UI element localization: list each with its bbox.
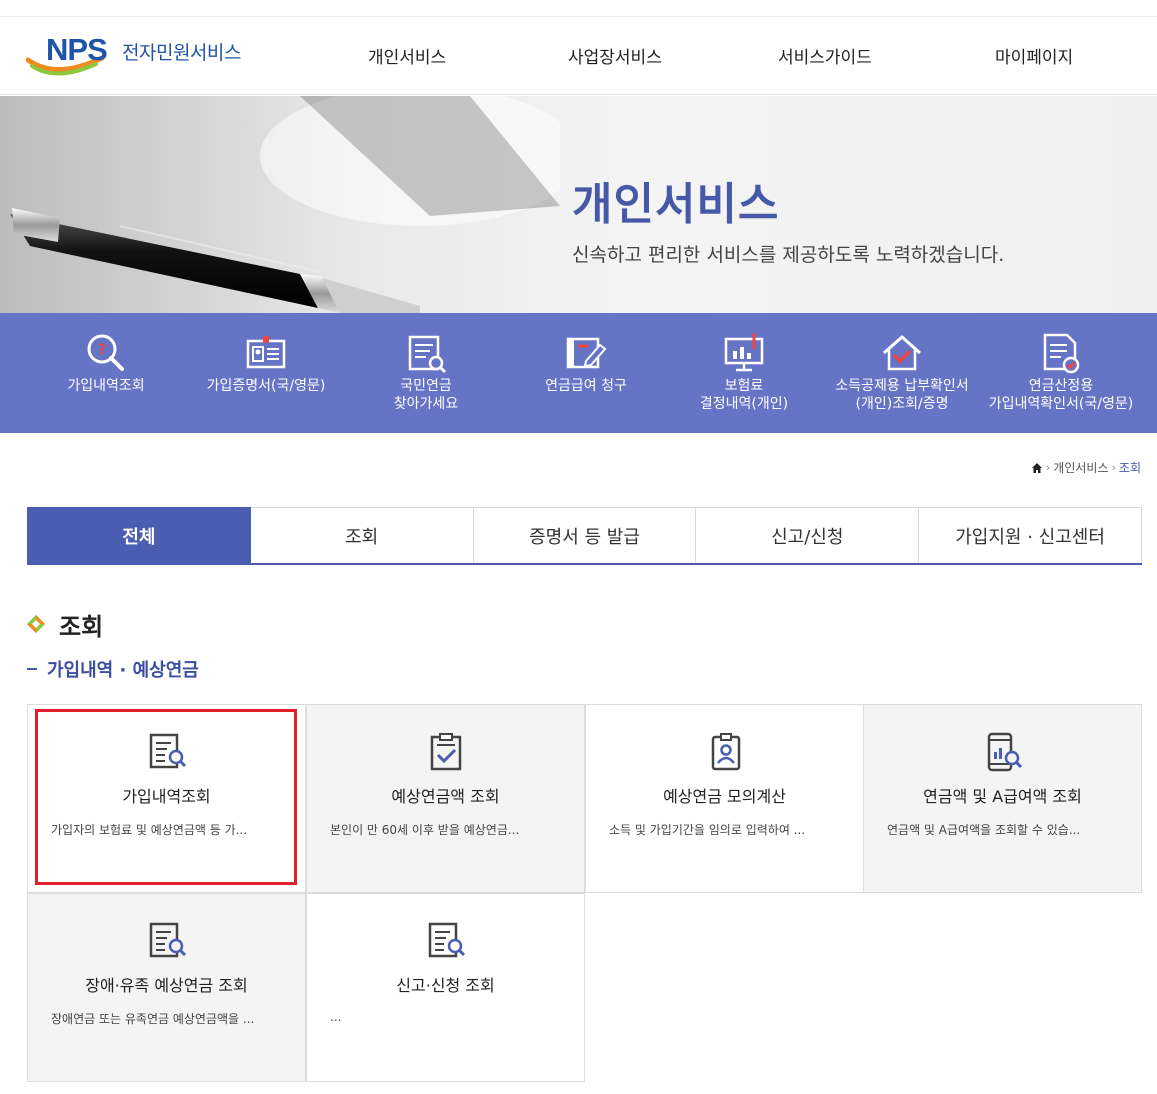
section-subtitle: 가입내역 · 예상연금: [27, 656, 199, 682]
breadcrumb-item-personal[interactable]: 개인서비스: [1053, 459, 1108, 476]
card-description: 연금액 및 A급여액을 조회할 수 있습...: [887, 823, 1081, 837]
document-search-icon: [149, 733, 187, 769]
hero-title: 개인서비스: [572, 179, 780, 230]
card-description: 본인이 만 60세 이후 받을 예상연금...: [330, 823, 520, 837]
card-title: 장애·유족 예상연금 조회: [85, 976, 248, 995]
id-card-icon: [246, 336, 286, 369]
tab-inquiry[interactable]: 조회: [250, 507, 474, 563]
chevron-right-icon: ›: [1111, 461, 1116, 474]
diamond-bullet-icon: [27, 615, 45, 633]
card-title: 연금액 및 A급여액 조회: [923, 787, 1082, 806]
home-icon[interactable]: [1031, 462, 1043, 474]
document-search-icon: [149, 922, 187, 958]
card-expected-pension[interactable]: 예상연금액 조회 본인이 만 60세 이후 받을 예상연금...: [306, 704, 585, 893]
clipboard-check-icon: [430, 733, 462, 771]
house-check-icon: [883, 335, 921, 371]
tab-certificate-issue[interactable]: 증명서 등 발급: [473, 507, 697, 563]
card-pension-a-benefit[interactable]: 연금액 및 A급여액 조회 연금액 및 A급여액을 조회할 수 있습...: [863, 704, 1142, 893]
card-disability-survivor-pension[interactable]: 장애·유족 예상연금 조회 장애연금 또는 유족연금 예상연금액을 ...: [27, 893, 306, 1082]
tab-all[interactable]: 전체: [27, 507, 251, 563]
breadcrumb-item-current: 조회: [1118, 461, 1141, 475]
quick-item-label: 연금급여 청구: [545, 378, 627, 394]
service-card-grid: 가입내역조회 가입자의 보험료 및 예상연금액 등 가... 예상연금액 조회 …: [27, 704, 1142, 1084]
tab-report-apply[interactable]: 신고/신청: [696, 507, 920, 563]
card-report-application-inquiry[interactable]: 신고·신청 조회 ...: [306, 893, 585, 1082]
nav-item-personal[interactable]: 개인서비스: [368, 43, 446, 68]
quick-item-label: 보험료 결정내역(개인): [699, 378, 789, 412]
card-title: 가입내역조회: [122, 787, 211, 806]
quick-item-label: 국민연금 찾아가세요: [393, 378, 459, 412]
quick-item-label: 가입증명서(국/영문): [206, 378, 326, 394]
nav-item-business[interactable]: 사업장서비스: [568, 43, 662, 68]
quick-item-label: 연금산정용 가입내역확인서(국/영문): [988, 378, 1134, 412]
card-subscription-inquiry[interactable]: 가입내역조회 가입자의 보험료 및 예상연금액 등 가...: [27, 704, 306, 893]
hero-banner: 개인서비스 신속하고 편리한 서비스를 제공하도록 노력하겠습니다.: [0, 96, 1157, 313]
person-card-icon: [711, 733, 741, 771]
card-title: 신고·신청 조회: [396, 976, 495, 995]
breadcrumb: › 개인서비스 › 조회: [1031, 459, 1141, 476]
quick-item-find-pension[interactable]: 국민연금 찾아가세요: [346, 313, 506, 433]
chevron-right-icon: ›: [1045, 461, 1051, 474]
site-header: NPS 전자민원서비스 개인서비스 사업장서비스 서비스가이드 마이페이지: [0, 0, 1157, 95]
card-description: 장애연금 또는 유족연금 예상연금액을 ...: [51, 1012, 255, 1026]
quick-item-certificate[interactable]: 가입증명서(국/영문): [186, 313, 346, 433]
nav-item-guide[interactable]: 서비스가이드: [778, 43, 872, 68]
section-title: 조회: [27, 608, 104, 641]
card-description: 소득 및 가입기간을 임의로 입력하여 ...: [609, 823, 806, 837]
header-top-divider: [0, 16, 1157, 17]
quick-item-premium-history[interactable]: 보험료 결정내역(개인): [664, 313, 824, 433]
document-check-icon: [1043, 333, 1080, 374]
svg-text:?: ?: [98, 342, 106, 358]
quick-item-subscription-inquiry[interactable]: ? 가입내역조회: [26, 313, 186, 433]
quick-menu-bar: ? 가입내역조회 가입증명서(국/영문) 국민연금 찾아가세요 연금급여 청구 …: [0, 313, 1157, 433]
document-edit-icon: [566, 337, 607, 369]
dash-bullet-icon: [27, 668, 37, 670]
hero-subtitle: 신속하고 편리한 서비스를 제공하도록 노력하겠습니다.: [572, 244, 1005, 266]
section-title-text: 조회: [59, 612, 104, 641]
monitor-chart-icon: [724, 333, 764, 372]
search-question-icon: ?: [87, 334, 124, 371]
quick-item-pension-calc-confirmation[interactable]: 연금산정용 가입내역확인서(국/영문): [981, 313, 1141, 433]
pen-illustration-icon: [10, 96, 560, 313]
nav-item-mypage[interactable]: 마이페이지: [995, 43, 1073, 68]
card-description: ...: [330, 1010, 342, 1024]
document-search-icon: [408, 335, 447, 374]
quick-item-benefit-claim[interactable]: 연금급여 청구: [506, 313, 666, 433]
quick-item-label: 소득공제용 납부확인서 (개인)조회/증명: [835, 378, 969, 412]
section-subtitle-text: 가입내역 · 예상연금: [47, 660, 199, 681]
card-pension-simulation[interactable]: 예상연금 모의계산 소득 및 가입기간을 임의로 입력하여 ...: [585, 704, 864, 893]
mobile-chart-search-icon: [987, 732, 1023, 772]
category-tabs: 전체 조회 증명서 등 발급 신고/신청 가입지원 · 신고센터: [27, 507, 1142, 565]
quick-item-tax-deduction[interactable]: 소득공제용 납부확인서 (개인)조회/증명: [822, 313, 982, 433]
document-search-icon: [428, 922, 466, 958]
card-description: 가입자의 보험료 및 예상연금액 등 가...: [51, 823, 248, 837]
card-title: 예상연금 모의계산: [663, 787, 786, 806]
main-nav: 개인서비스 사업장서비스 서비스가이드 마이페이지: [0, 43, 1157, 68]
tab-support-center[interactable]: 가입지원 · 신고센터: [919, 507, 1142, 563]
card-title: 예상연금액 조회: [391, 787, 500, 806]
quick-item-label: 가입내역조회: [67, 378, 145, 394]
